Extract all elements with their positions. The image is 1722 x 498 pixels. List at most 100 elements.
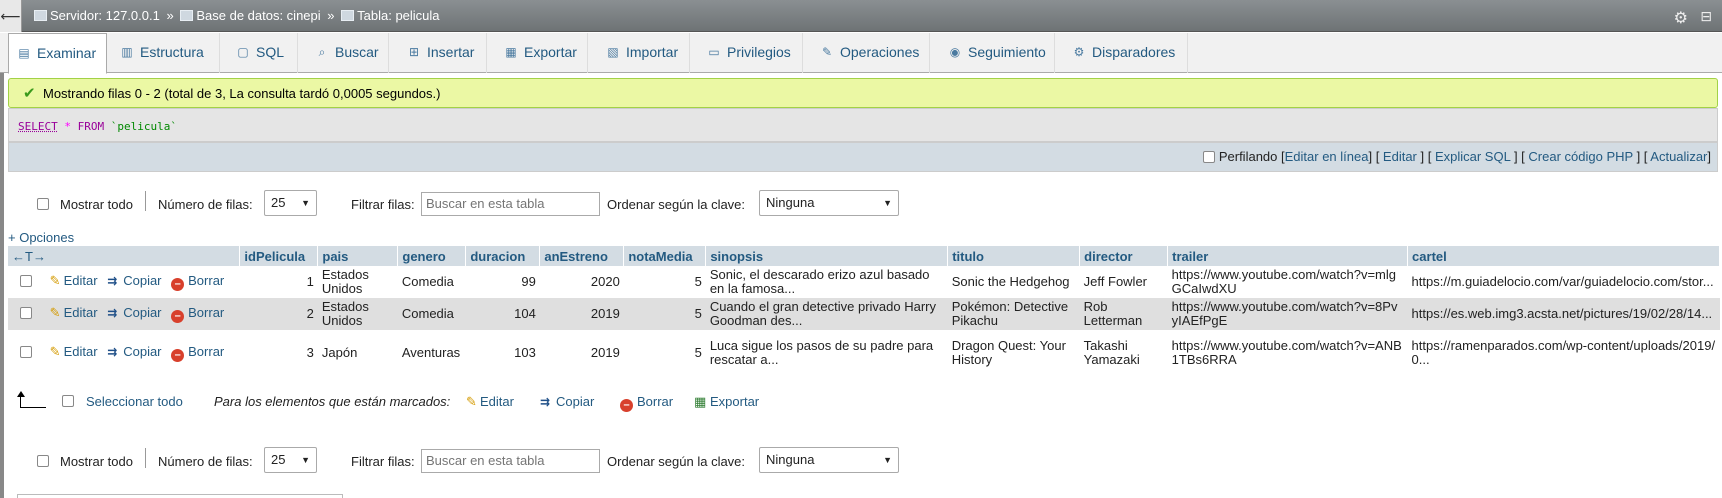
- tab-privilegios[interactable]: ▭ Privilegios: [699, 33, 803, 73]
- cell-titulo[interactable]: Dragon Quest: Your History: [947, 330, 1080, 376]
- column-header-trailer[interactable]: trailer: [1167, 246, 1409, 266]
- column-header-anestreno[interactable]: anEstreno: [539, 246, 625, 266]
- bulk-edit-button[interactable]: ✎ Editar: [466, 394, 514, 410]
- tab-operaciones[interactable]: ✎ Operaciones: [812, 33, 930, 73]
- cell-cartel[interactable]: https://m.guiadelocio.com/var/guiadeloci…: [1407, 266, 1720, 298]
- row-edit-button[interactable]: ✎ Editar: [50, 273, 98, 288]
- gear-icon[interactable]: ⚙: [1674, 8, 1688, 28]
- column-header-notamedia[interactable]: notaMedia: [623, 246, 707, 266]
- row-delete-button[interactable]: – Borrar: [171, 273, 224, 291]
- collapse-icon[interactable]: ⊟: [1700, 8, 1712, 25]
- cell-idpelicula[interactable]: 2: [239, 298, 318, 330]
- row-delete-button[interactable]: – Borrar: [171, 305, 224, 323]
- column-header-titulo[interactable]: titulo: [947, 246, 1081, 266]
- edit-link[interactable]: Editar: [1383, 149, 1417, 164]
- cell-cartel[interactable]: https://ramenparados.com/wp-content/uplo…: [1407, 330, 1720, 376]
- rows-select[interactable]: 25 ▼: [264, 447, 317, 473]
- bulk-copy-button[interactable]: ⇉ Copiar: [540, 394, 594, 409]
- column-header-duracion[interactable]: duracion: [465, 246, 541, 266]
- row-checkbox[interactable]: [20, 306, 32, 319]
- cell-sinopsis[interactable]: Sonic, el descarado erizo azul basado en…: [705, 266, 948, 298]
- cell-trailer[interactable]: https://www.youtube.com/watch?v=ANB1TBs6…: [1167, 330, 1408, 376]
- column-header-cartel[interactable]: cartel: [1407, 246, 1720, 266]
- order-select[interactable]: Ninguna ▼: [759, 447, 899, 473]
- cell-idpelicula[interactable]: 1: [239, 266, 318, 298]
- cell-idpelicula[interactable]: 3: [239, 330, 318, 376]
- cell-pais[interactable]: Estados Unidos: [317, 298, 398, 330]
- tab-seguimiento[interactable]: ◉ Seguimiento: [940, 33, 1055, 73]
- refresh-link[interactable]: Actualizar: [1650, 149, 1707, 164]
- options-link[interactable]: + Opciones: [8, 230, 74, 245]
- cell-duracion[interactable]: 104: [465, 298, 540, 330]
- cell-duracion[interactable]: 99: [465, 266, 540, 298]
- sql-query[interactable]: SELECT * FROM `pelicula`: [18, 120, 177, 133]
- cell-pais[interactable]: Japón: [317, 330, 398, 376]
- cell-notamedia[interactable]: 5: [623, 266, 706, 298]
- delete-icon: –: [620, 399, 633, 412]
- cell-anestreno[interactable]: 2019: [539, 330, 624, 376]
- bulk-export-button[interactable]: ▦ Exportar: [694, 394, 759, 410]
- row-copy-button[interactable]: ⇉ Copiar: [107, 344, 161, 359]
- cell-duracion[interactable]: 103: [465, 330, 540, 376]
- tab-insertar[interactable]: ⊞ Insertar: [399, 33, 487, 73]
- explain-sql-link[interactable]: Explicar SQL: [1435, 149, 1510, 164]
- show-all-checkbox[interactable]: [37, 455, 49, 467]
- create-php-link[interactable]: Crear código PHP: [1528, 149, 1633, 164]
- cell-trailer[interactable]: https://www.youtube.com/watch?v=mlgGCaIw…: [1167, 266, 1408, 298]
- cell-trailer[interactable]: https://www.youtube.com/watch?v=8PvyIAEf…: [1167, 298, 1408, 330]
- tab-examinar[interactable]: ▤ Examinar: [8, 33, 107, 74]
- tab-buscar[interactable]: ⌕ Buscar: [307, 33, 389, 73]
- row-delete-button[interactable]: – Borrar: [171, 344, 224, 362]
- column-resize-arrows[interactable]: ←T→: [8, 246, 241, 266]
- cell-notamedia[interactable]: 5: [623, 298, 706, 330]
- column-header-sinopsis[interactable]: sinopsis: [705, 246, 949, 266]
- cell-director[interactable]: Jeff Fowler: [1079, 266, 1168, 298]
- breadcrumb-server[interactable]: Servidor: 127.0.0.1: [50, 8, 160, 23]
- row-copy-button[interactable]: ⇉ Copiar: [107, 273, 161, 288]
- row-checkbox[interactable]: [20, 274, 32, 287]
- cell-titulo[interactable]: Sonic the Hedgehog: [947, 266, 1080, 298]
- cell-anestreno[interactable]: 2020: [539, 266, 624, 298]
- row-copy-button[interactable]: ⇉ Copiar: [107, 305, 161, 320]
- tab-disparadores[interactable]: ⚙ Disparadores: [1064, 33, 1188, 73]
- tab-estructura[interactable]: ▥ Estructura: [112, 33, 220, 73]
- cell-titulo[interactable]: Pokémon: Detective Pikachu: [947, 298, 1080, 330]
- bulk-delete-button[interactable]: – Borrar: [620, 394, 673, 412]
- show-all-checkbox[interactable]: [37, 198, 49, 210]
- column-header-genero[interactable]: genero: [397, 246, 467, 266]
- row-edit-button[interactable]: ✎ Editar: [50, 344, 98, 359]
- column-header-idpelicula[interactable]: idPelicula: [239, 246, 319, 266]
- cell-anestreno[interactable]: 2019: [539, 298, 624, 330]
- order-select[interactable]: Ninguna ▼: [759, 190, 899, 216]
- edit-inline-link[interactable]: Editar en línea: [1285, 149, 1369, 164]
- cell-pais[interactable]: Estados Unidos: [317, 266, 398, 298]
- breadcrumb-database[interactable]: Base de datos: cinepi: [196, 8, 320, 23]
- cell-sinopsis[interactable]: Luca sigue los pasos de su padre para re…: [705, 330, 948, 376]
- select-all-checkbox[interactable]: [62, 395, 74, 407]
- profiling-checkbox[interactable]: [1203, 151, 1216, 163]
- cell-director[interactable]: Rob Letterman: [1079, 298, 1168, 330]
- rows-label: Número de filas:: [158, 197, 253, 212]
- cell-cartel[interactable]: https://es.web.img3.acsta.net/pictures/1…: [1407, 298, 1720, 330]
- filter-input[interactable]: Buscar en esta tabla: [421, 192, 600, 216]
- tab-exportar[interactable]: ▦ Exportar: [496, 33, 588, 73]
- cell-genero[interactable]: Comedia: [397, 298, 466, 330]
- cell-genero[interactable]: Comedia: [397, 266, 466, 298]
- cell-genero[interactable]: Aventuras: [397, 330, 466, 376]
- back-arrow-icon[interactable]: ⟵: [0, 0, 22, 32]
- column-header-director[interactable]: director: [1079, 246, 1169, 266]
- rows-select[interactable]: 25 ▼: [264, 190, 317, 216]
- column-header-pais[interactable]: pais: [317, 246, 399, 266]
- console-panel-edge[interactable]: [17, 494, 343, 498]
- filter-input[interactable]: Buscar en esta tabla: [421, 449, 600, 473]
- row-checkbox[interactable]: [20, 345, 32, 358]
- breadcrumb-table[interactable]: Tabla: pelicula: [357, 8, 439, 23]
- tab-importar[interactable]: ▧ Importar: [598, 33, 690, 73]
- tab-sql[interactable]: ▢ SQL: [228, 33, 298, 73]
- select-all-link[interactable]: Seleccionar todo: [86, 394, 183, 409]
- tab-label: Exportar: [524, 44, 577, 60]
- cell-sinopsis[interactable]: Cuando el gran detective privado Harry G…: [705, 298, 948, 330]
- row-edit-button[interactable]: ✎ Editar: [50, 305, 98, 320]
- cell-director[interactable]: Takashi Yamazaki: [1079, 330, 1168, 376]
- cell-notamedia[interactable]: 5: [623, 330, 706, 376]
